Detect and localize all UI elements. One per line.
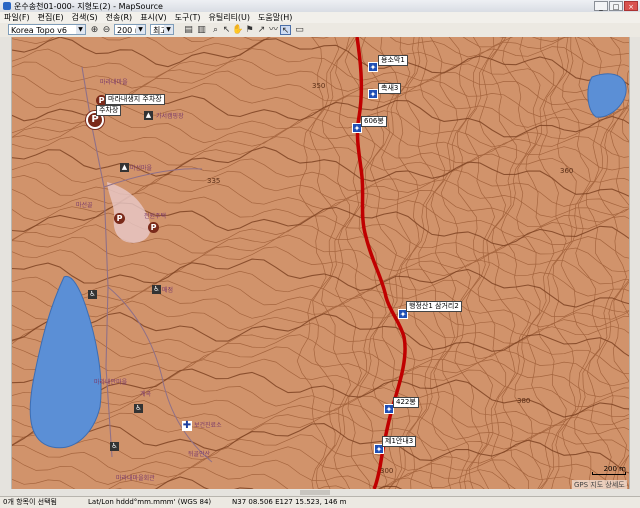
place-label: 가서캠핑장 <box>156 113 184 120</box>
camp-icon[interactable]: ▲ <box>144 111 153 120</box>
scroll-thumb[interactable] <box>300 490 330 495</box>
place-label: 마선골 <box>76 202 93 209</box>
elevation-label: 380 <box>517 397 531 405</box>
scale-bar: 200 m <box>592 465 626 475</box>
menu-search[interactable]: 검색(S) <box>68 12 102 23</box>
chevron-down-icon: ▼ <box>136 25 145 34</box>
elevation-label: 300 <box>380 467 394 475</box>
chevron-down-icon: ▼ <box>76 25 85 34</box>
menu-tools[interactable]: 도구(T) <box>171 12 205 23</box>
parking-icon[interactable]: P <box>148 222 159 233</box>
zoom-level-select[interactable]: 200 m ▼ <box>114 24 146 35</box>
select-tool-icon[interactable]: ↖ <box>221 25 232 35</box>
zoom-tool-icon[interactable]: ⌕ <box>210 25 221 35</box>
map-product-value: Korea Topo v6 <box>11 26 67 35</box>
cursor-position: N37 08.506 E127 15.523, 146 m <box>232 498 347 506</box>
clinic-icon[interactable]: ✚ <box>182 421 192 431</box>
menu-edit[interactable]: 편집(E) <box>34 12 68 23</box>
vertical-scrollbar[interactable] <box>629 37 640 489</box>
map-product-select[interactable]: Korea Topo v6 ▼ <box>8 24 86 35</box>
zoom-in-icon[interactable]: ⊕ <box>89 25 100 35</box>
place-label: 마라내안마을 <box>94 379 128 386</box>
window-title: 운수송천01-000- 지형도(2) - MapSource <box>14 2 163 11</box>
camp-icon[interactable]: ▲ <box>120 163 129 172</box>
pointer-tool-icon[interactable]: ↖ <box>280 25 291 36</box>
elevation-label: 350 <box>312 82 326 90</box>
elevation-label: 335 <box>207 177 221 185</box>
parking-label-2: 주차장 <box>96 105 122 116</box>
hiker-icon[interactable]: ✦ <box>368 62 378 72</box>
selection-status: 0개 항목이 선택됨 <box>3 498 57 506</box>
place-label: 보건진료소 <box>194 422 222 429</box>
zoom-out-icon[interactable]: ⊖ <box>101 25 112 35</box>
minimize-button[interactable]: _ <box>594 1 608 11</box>
place-label: 뒤골안산 <box>188 451 211 458</box>
parking-icon[interactable]: P <box>114 213 125 224</box>
menu-help[interactable]: 도움말(H) <box>254 12 296 23</box>
route-tool-icon[interactable]: ↗ <box>256 25 267 35</box>
waypoint-label-6: 제1안내3 <box>382 436 417 447</box>
toilet-icon[interactable]: ♿ <box>134 404 143 413</box>
send-to-device-icon[interactable]: ▤ <box>183 25 194 35</box>
receive-from-device-icon[interactable]: ▥ <box>196 25 207 35</box>
place-label: 계곡 <box>140 391 152 398</box>
toilet-icon[interactable]: ♿ <box>110 442 119 451</box>
app-icon <box>3 2 11 10</box>
place-label: 마라내마을회관 <box>116 475 155 482</box>
gps-detail-note: GPS 지도 상세도 <box>572 480 627 489</box>
place-label: 전원주택 <box>144 213 167 220</box>
toilet-icon[interactable]: ♿ <box>88 290 97 299</box>
menu-file[interactable]: 파일(F) <box>0 12 34 23</box>
track-tool-icon[interactable]: 〰 <box>268 25 279 35</box>
parking-label: 마라내생지 주차장 <box>105 94 165 105</box>
elevation-label: 360 <box>560 167 574 175</box>
waypoint-label-4: 행정산1 삼거리2 <box>406 301 462 312</box>
hiker-icon[interactable]: ✦ <box>368 89 378 99</box>
toilet-icon[interactable]: ♿ <box>152 285 161 294</box>
hand-tool-icon[interactable]: ✋ <box>232 25 243 35</box>
horizontal-scrollbar[interactable] <box>0 489 640 496</box>
place-label: 매점 <box>162 287 174 294</box>
close-button[interactable]: × <box>624 1 638 11</box>
maximize-button[interactable]: □ <box>609 1 623 11</box>
left-panel-strip <box>0 37 12 489</box>
menu-utilities[interactable]: 유틸리티(U) <box>204 12 254 23</box>
menu-transfer[interactable]: 전송(R) <box>102 12 137 23</box>
waypoint-label-3: 606봉 <box>361 116 387 127</box>
waypoint-label-1: 용소막1 <box>378 55 408 66</box>
measure-tool-icon[interactable]: ▭ <box>294 25 305 35</box>
detail-select[interactable]: 최고 ▼ <box>150 24 174 35</box>
waypoint-label-5: 422봉 <box>393 397 419 408</box>
place-label: 마라내마을 <box>100 79 128 86</box>
waypoint-tool-icon[interactable]: ⚑ <box>244 25 255 35</box>
status-bar: 0개 항목이 선택됨 Lat/Lon hddd°mm.mmm' (WGS 84)… <box>0 496 640 508</box>
menu-view[interactable]: 표시(V) <box>136 12 170 23</box>
waypoint-label-2: 촉새3 <box>378 83 402 94</box>
place-label: 마선마을 <box>130 165 153 172</box>
toolbar: Korea Topo v6 ▼ ⊕ ⊖ 200 m ▼ 최고 ▼ ▤ ▥ ⌕ ↖… <box>0 23 640 38</box>
map-view[interactable]: ✦ 용소막1 ✦ 촉새3 ✦ 606봉 ✦ 행정산1 삼거리2 ✦ 422봉 ✦… <box>12 37 629 489</box>
coordinate-format: Lat/Lon hddd°mm.mmm' (WGS 84) <box>88 498 212 506</box>
chevron-down-icon: ▼ <box>164 25 173 34</box>
